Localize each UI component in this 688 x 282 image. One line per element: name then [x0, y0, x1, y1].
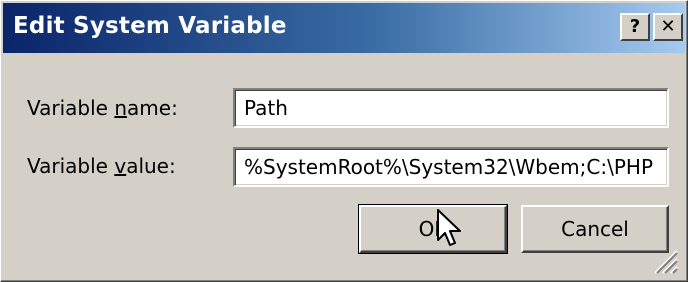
edit-system-variable-dialog: Edit System Variable ? ✕ Variable name: …	[0, 0, 688, 282]
window-title: Edit System Variable	[13, 13, 287, 39]
variable-value-label-pre: Variable	[27, 154, 115, 178]
variable-value-label-post: alue:	[126, 154, 176, 178]
title-bar[interactable]: Edit System Variable ? ✕	[3, 3, 685, 53]
close-button[interactable]: ✕	[653, 13, 683, 41]
variable-name-label-post: ame:	[127, 96, 178, 120]
cancel-button[interactable]: Cancel	[521, 205, 669, 253]
close-icon: ✕	[660, 16, 676, 37]
variable-name-label: Variable name:	[27, 96, 178, 120]
ok-button[interactable]: OK	[358, 204, 508, 254]
variable-name-label-pre: Variable	[27, 96, 115, 120]
variable-value-input[interactable]	[233, 147, 669, 187]
resize-grip-icon[interactable]	[649, 245, 679, 275]
cancel-button-label: Cancel	[561, 217, 629, 241]
variable-value-label: Variable value:	[27, 154, 176, 178]
mouse-pointer-icon	[437, 209, 461, 246]
variable-value-label-accelerator: v	[114, 154, 127, 178]
help-button[interactable]: ?	[620, 13, 650, 41]
variable-name-input[interactable]	[233, 88, 669, 128]
variable-name-label-accelerator: n	[114, 96, 128, 120]
help-icon: ?	[629, 16, 641, 37]
